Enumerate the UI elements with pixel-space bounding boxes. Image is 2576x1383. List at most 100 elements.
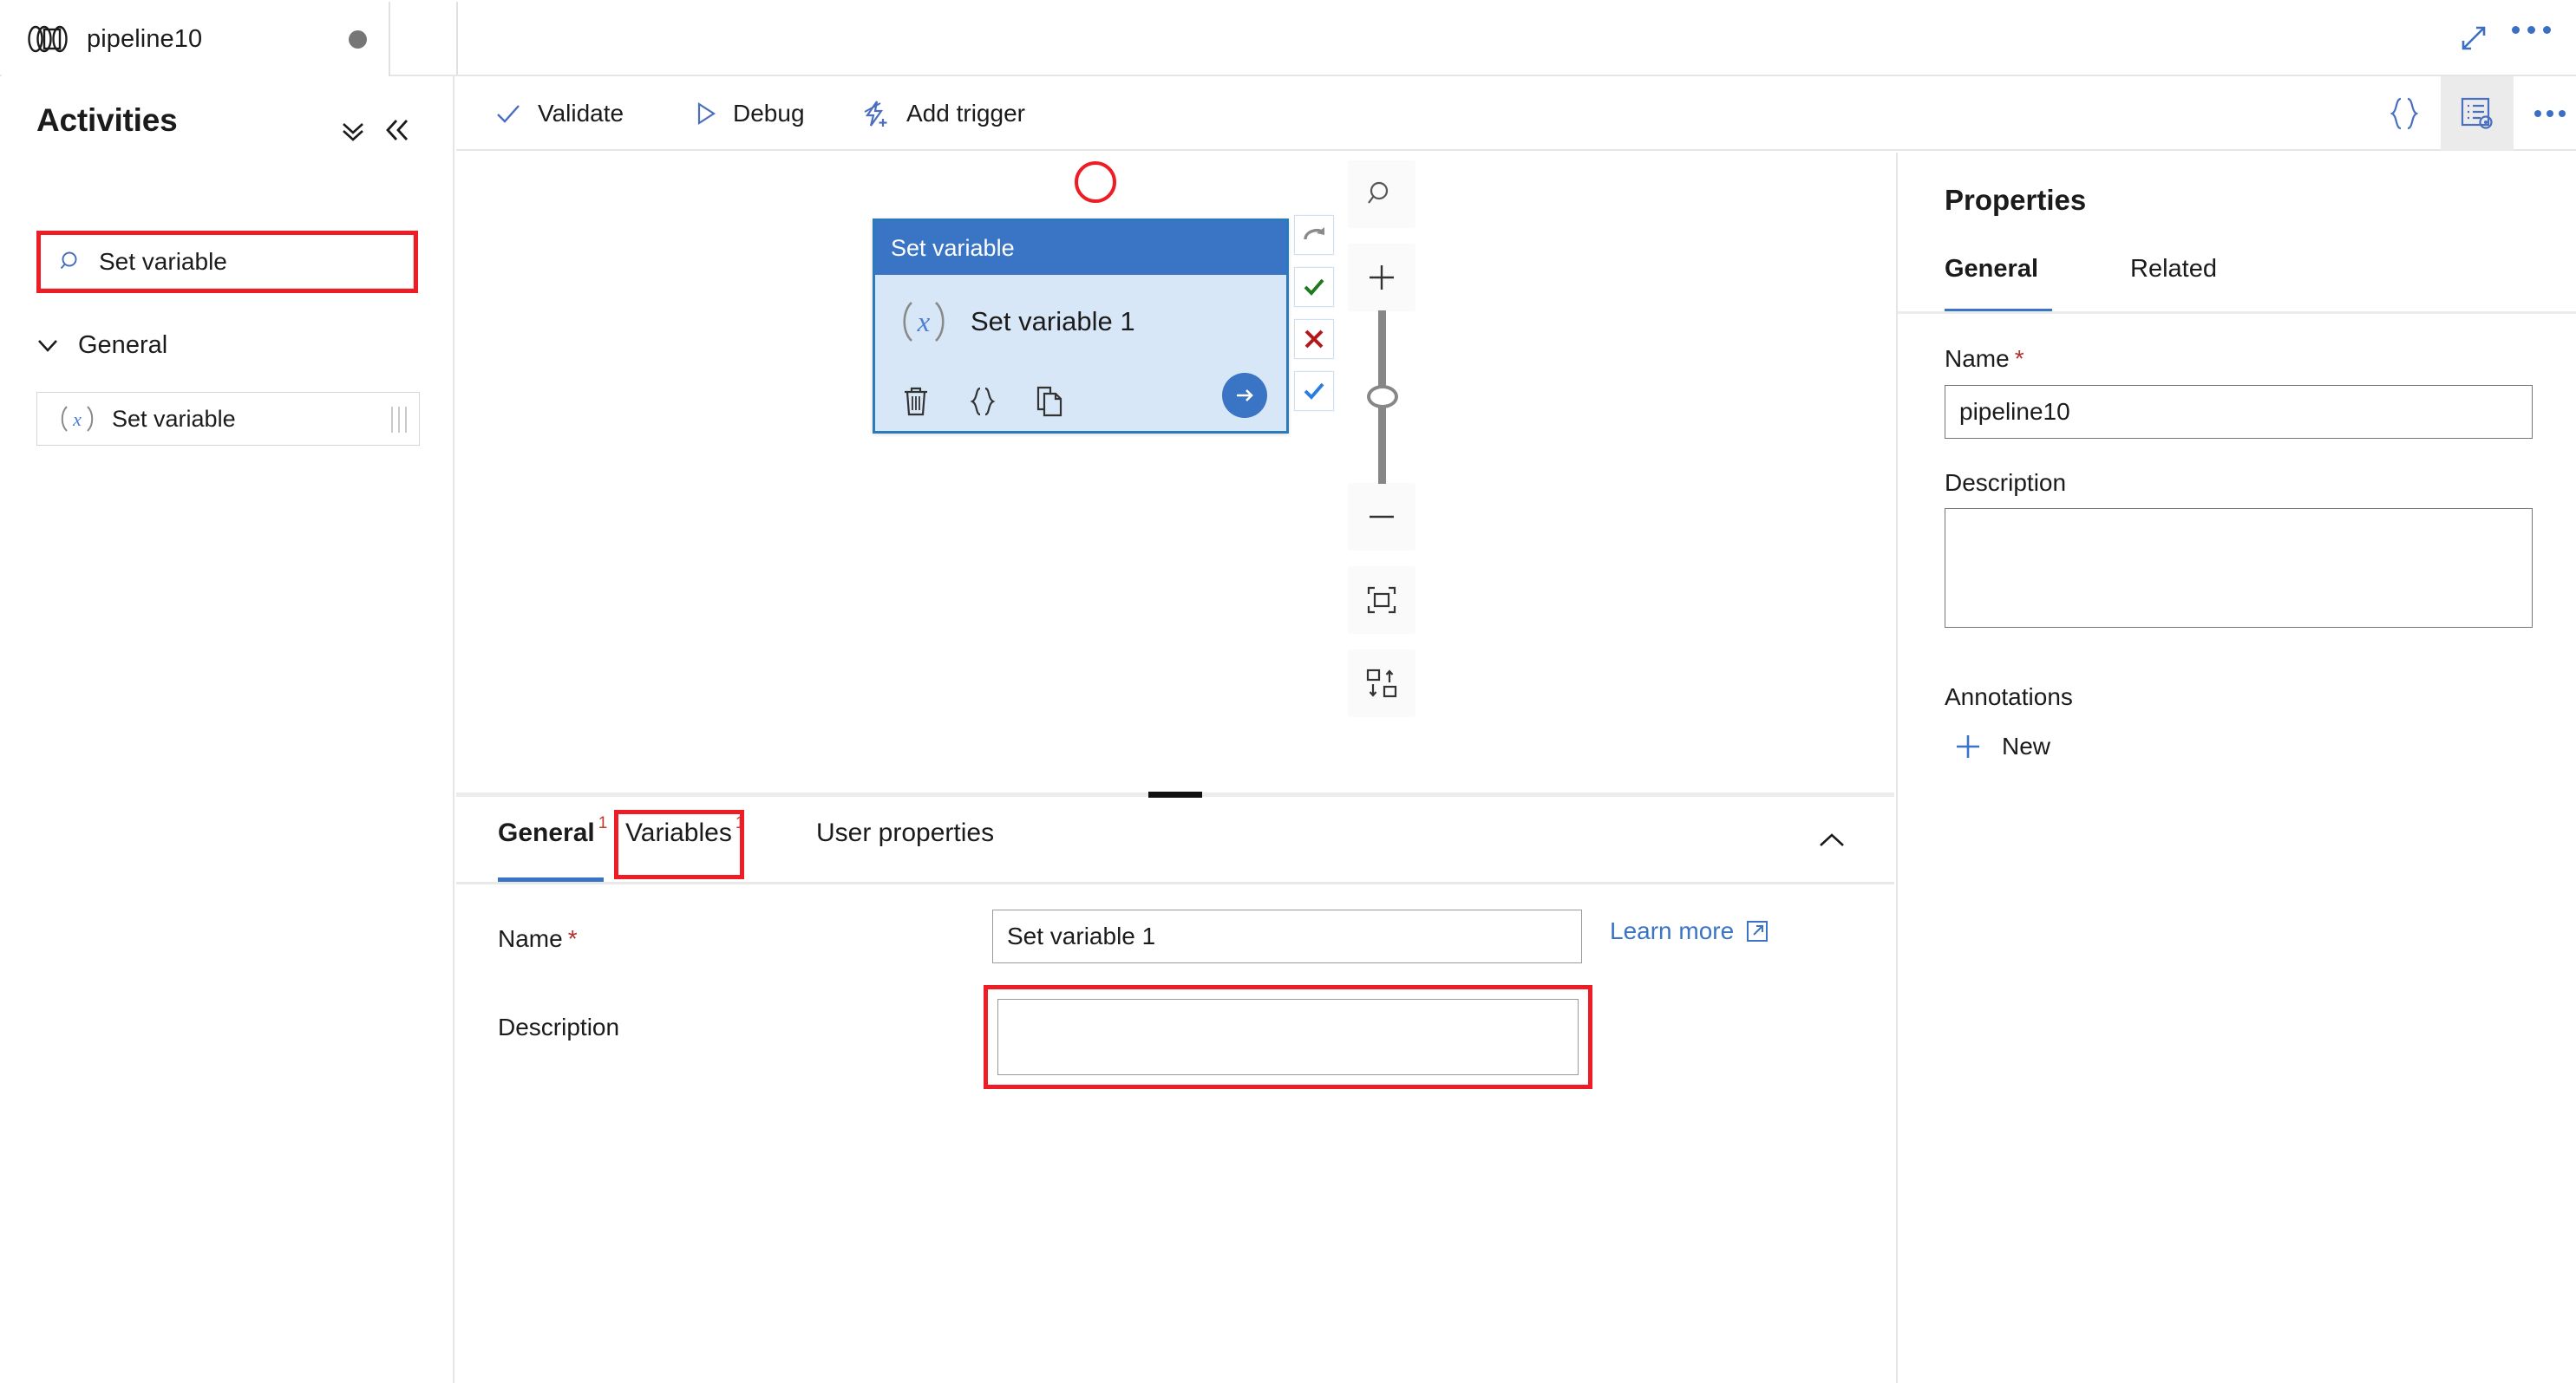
connector-on-skip-button[interactable] (1294, 215, 1334, 255)
search-input[interactable] (97, 246, 383, 277)
zoom-slider-thumb[interactable] (1367, 385, 1398, 408)
pipeline-canvas[interactable]: Set variable x Set variable 1 (456, 153, 1894, 789)
search-icon (60, 251, 77, 270)
activities-header: Activities (0, 88, 454, 149)
chevron-up-icon[interactable] (1816, 829, 1847, 851)
ellipsis-icon (2534, 110, 2566, 117)
properties-tab-related-label: Related (2130, 255, 2217, 283)
window-tab-bar: pipeline10 (0, 0, 2576, 76)
activity-node-name-label: Set variable 1 (971, 306, 1135, 336)
required-asterisk: * (567, 925, 578, 952)
search-icon (1368, 181, 1389, 204)
search-field-container[interactable] (41, 235, 414, 289)
double-chevron-down-icon[interactable] (338, 118, 368, 144)
learn-more-label: Learn more (1610, 917, 1735, 944)
tab-user-properties-label: User properties (816, 819, 995, 847)
toolbar-right-actions (2368, 76, 2576, 151)
grip-line (398, 407, 400, 433)
auto-align-button[interactable] (1349, 650, 1415, 716)
set-variable-icon: x (903, 302, 945, 342)
toolbar-more-menu-button[interactable] (2514, 76, 2576, 151)
activities-title: Activities (36, 102, 178, 138)
properties-tab-related[interactable]: Related (2130, 255, 2217, 302)
tab-variables[interactable]: Variables 1 (625, 815, 744, 872)
curly-braces-icon (2390, 97, 2419, 130)
checkmark-icon (497, 105, 520, 123)
canvas-zoom-slider[interactable] (1349, 310, 1415, 484)
canvas-zoom-controls (1349, 161, 1415, 716)
plus-icon (1957, 735, 1979, 758)
lightning-plus-icon (864, 101, 887, 127)
unsaved-indicator-icon (349, 30, 367, 49)
activity-node-connectors (1294, 215, 1334, 423)
svg-text:x: x (917, 307, 931, 338)
canvas-splitter[interactable] (456, 789, 1894, 801)
activity-node-header: Set variable (875, 221, 1286, 275)
connector-on-success-button[interactable] (1294, 267, 1334, 307)
zoom-search-button[interactable] (1349, 161, 1415, 227)
connector-on-failure-button[interactable] (1294, 319, 1334, 359)
activities-group-general[interactable]: General (35, 324, 167, 366)
double-chevron-left-icon[interactable] (383, 116, 413, 144)
required-asterisk: * (2014, 345, 2024, 372)
pipeline-icon (28, 25, 68, 53)
add-next-activity-button[interactable] (1222, 373, 1267, 418)
pipeline-toolbar: Validate Debug Add trigger (456, 76, 2576, 151)
window-more-menu-button[interactable] (2512, 26, 2551, 34)
tabs-separator (456, 882, 1894, 884)
add-trigger-label: Add trigger (906, 100, 1025, 127)
document-tab-title: pipeline10 (87, 24, 203, 53)
cross-icon (1304, 329, 1324, 349)
properties-title: Properties (1945, 184, 2087, 216)
activity-node-set-variable-1[interactable]: Set variable x Set variable 1 (873, 215, 1334, 434)
tab-user-properties[interactable]: User properties (816, 819, 994, 872)
add-annotation-button[interactable]: New (1953, 732, 2050, 761)
activity-item-set-variable[interactable]: x Set variable (36, 392, 420, 446)
drag-grip-icon[interactable] (391, 407, 407, 433)
delete-activity-button[interactable] (901, 385, 931, 418)
expand-diagonal-icon[interactable] (2459, 23, 2488, 53)
drag-handle-icon[interactable] (1148, 792, 1202, 798)
ellipsis-icon-dot (2512, 26, 2520, 34)
grip-line (391, 407, 393, 433)
zoom-in-button[interactable] (1349, 245, 1415, 310)
check-icon (1304, 278, 1324, 296)
activity-name-row: Name * (498, 925, 578, 953)
properties-description-input[interactable] (1945, 508, 2533, 628)
properties-panel-button[interactable] (2441, 76, 2514, 151)
activity-name-label: Name (498, 925, 563, 952)
fit-to-screen-button[interactable] (1349, 567, 1415, 633)
tab-variables-badge: 1 (735, 814, 745, 832)
connector-on-completion-button[interactable] (1294, 371, 1334, 411)
activity-description-row: Description (498, 1014, 619, 1041)
properties-tabs-separator (1898, 311, 2576, 314)
chevron-down-icon (38, 340, 57, 352)
zoom-out-button[interactable] (1349, 484, 1415, 550)
activity-settings-tabs: General 1 Variables 1 User properties (456, 801, 1894, 884)
activity-node-card[interactable]: Set variable x Set variable 1 (873, 219, 1289, 434)
properties-list-gear-icon (2461, 97, 2493, 129)
document-tab-pipeline10[interactable]: pipeline10 (2, 2, 390, 76)
properties-name-input[interactable] (1945, 385, 2533, 439)
play-triangle-icon (697, 101, 716, 126)
ellipsis-icon-dot (2543, 26, 2551, 34)
activities-search (36, 231, 418, 293)
activities-group-label: General (78, 330, 168, 359)
properties-panel: Properties General Related Name* Descrip… (1896, 153, 2576, 1383)
add-trigger-button[interactable]: Add trigger (853, 90, 1034, 137)
properties-tab-general[interactable]: General (1945, 255, 2038, 302)
tab-general[interactable]: General 1 (498, 815, 607, 872)
add-annotation-label: New (2002, 733, 2051, 760)
code-view-button[interactable] (2368, 76, 2441, 151)
activity-code-button[interactable] (967, 385, 998, 418)
trash-icon (905, 387, 927, 416)
fit-screen-icon (1367, 586, 1396, 614)
validate-button[interactable]: Validate (486, 90, 632, 137)
external-link-icon (1747, 921, 1769, 942)
activity-description-input[interactable] (997, 999, 1579, 1075)
clone-activity-button[interactable] (1035, 385, 1066, 418)
debug-button[interactable]: Debug (684, 90, 814, 137)
activity-node-type-label: Set variable (891, 234, 1015, 261)
activity-name-input[interactable] (992, 910, 1582, 963)
learn-more-link[interactable]: Learn more (1610, 917, 1769, 945)
